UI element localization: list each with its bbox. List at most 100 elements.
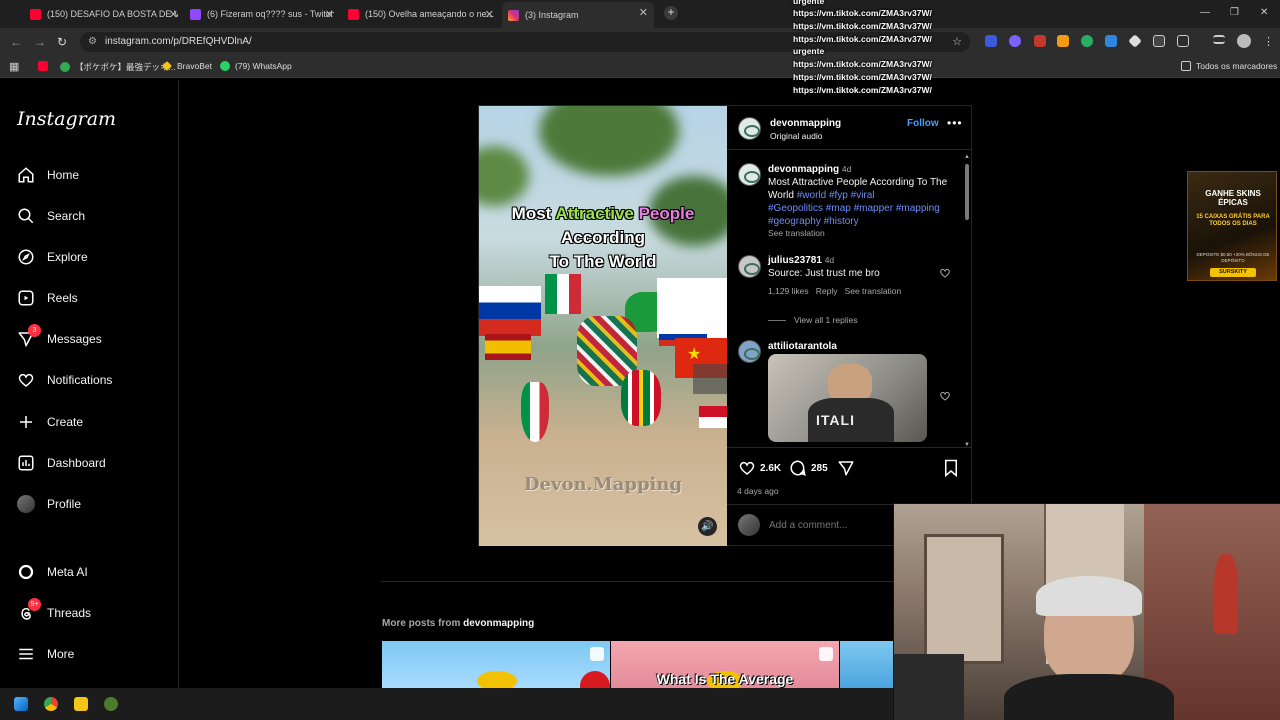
new-tab-button[interactable]: + <box>664 6 678 20</box>
commenter-avatar[interactable] <box>738 255 761 278</box>
see-translation-link[interactable]: See translation <box>845 286 902 296</box>
sidebar-item-profile[interactable]: Profile <box>17 492 81 516</box>
extension-icon[interactable] <box>1034 35 1046 47</box>
apps-grid-icon[interactable]: ▦ <box>9 60 19 73</box>
caption-hashtags[interactable]: #world #fyp #viral <box>797 190 875 201</box>
caption-hashtags[interactable]: #geography #history <box>768 215 953 228</box>
sidebar-item-reels[interactable]: Reels <box>17 286 78 310</box>
author-avatar[interactable] <box>738 117 761 140</box>
extension-icon[interactable] <box>985 35 997 47</box>
save-bookmark-icon[interactable] <box>943 459 959 477</box>
bookmark-item[interactable]: 【ポケポケ】最強デッキ... <box>60 61 176 73</box>
browser-tab[interactable]: (6) Fizeram oq???? sus - Twitch ✕ <box>190 4 334 24</box>
commenter-avatar[interactable] <box>738 340 761 363</box>
sidebar-item-search[interactable]: Search <box>17 204 85 228</box>
instagram-logo[interactable]: Instagram <box>17 108 116 130</box>
ad-offer: 15 CAIXAS GRÁTIS PARA TODOS OS DIAS <box>1196 214 1270 227</box>
close-icon[interactable]: ✕ <box>325 8 334 21</box>
bookmark-item[interactable] <box>38 61 48 71</box>
mute-toggle-icon[interactable]: 🔊 <box>698 517 717 536</box>
windows-start-icon[interactable] <box>14 697 28 711</box>
star-icon[interactable]: ☆ <box>952 35 962 48</box>
scrollbar-thumb[interactable] <box>965 164 969 220</box>
like-comment-icon[interactable] <box>939 267 951 279</box>
close-icon[interactable]: ✕ <box>485 8 494 21</box>
view-replies[interactable]: View all 1 replies <box>768 315 858 325</box>
comment-icon[interactable] <box>789 459 807 477</box>
comments-count[interactable]: 285 <box>811 463 828 474</box>
sidebar-item-create[interactable]: Create <box>17 410 83 434</box>
more-post-thumbnail[interactable] <box>382 641 610 689</box>
site-info-icon[interactable]: ⚙ <box>88 36 97 47</box>
chrome-icon[interactable] <box>44 697 58 711</box>
extension-icon[interactable] <box>1081 35 1093 47</box>
comments-scrollbar[interactable]: ▲ ▼ <box>964 154 970 448</box>
extension-icon[interactable] <box>1128 34 1142 48</box>
bookmark-item[interactable]: BravoBet <box>162 61 212 71</box>
extension-icon[interactable] <box>1153 35 1165 47</box>
more-posts-username[interactable]: devonmapping <box>463 618 534 629</box>
reply-button[interactable]: Reply <box>816 286 838 296</box>
more-options-icon[interactable]: ••• <box>947 116 963 130</box>
explore-icon <box>17 248 35 266</box>
comment-username[interactable]: attiliotarantola <box>768 341 837 352</box>
sidebar-item-notifications[interactable]: Notifications <box>17 368 112 392</box>
file-explorer-icon[interactable] <box>74 697 88 711</box>
profile-avatar-icon[interactable] <box>1237 34 1251 48</box>
more-post-thumbnail[interactable] <box>840 641 893 689</box>
see-translation-link[interactable]: See translation <box>768 228 953 238</box>
sidebar-item-more[interactable]: More <box>17 642 74 666</box>
tab-title: (6) Fizeram oq???? sus - Twitch <box>207 9 334 19</box>
close-icon[interactable]: ✕ <box>169 8 178 21</box>
extension-icon[interactable] <box>1009 35 1021 47</box>
ad-banner[interactable]: GANHE SKINS ÉPICAS 15 CAIXAS GRÁTIS PARA … <box>1187 171 1277 281</box>
comment-likes[interactable]: 1,129 likes <box>768 286 809 296</box>
likes-count[interactable]: 2.6K <box>760 463 781 474</box>
sidebar-item-threads[interactable]: 9+ Threads <box>17 598 91 625</box>
all-bookmarks[interactable]: Todos os marcadores <box>1181 61 1277 71</box>
sidebar-item-label: More <box>47 647 75 661</box>
sidebar-item-meta-ai[interactable]: Meta AI <box>17 560 88 584</box>
bookmark-item[interactable]: (79) WhatsApp <box>220 61 292 71</box>
audio-label[interactable]: Original audio <box>770 131 822 141</box>
maximize-icon[interactable]: ❐ <box>1230 7 1239 18</box>
author-username[interactable]: devonmapping <box>770 118 841 129</box>
sidebar-item-dashboard[interactable]: Dashboard <box>17 451 106 475</box>
forward-icon[interactable]: → <box>34 35 46 49</box>
post-actions: 2.6K 285 4 days ago <box>727 447 971 503</box>
share-icon[interactable] <box>837 459 855 477</box>
close-window-icon[interactable]: ✕ <box>1260 7 1268 18</box>
more-post-thumbnail[interactable]: What Is The Average <box>611 641 839 689</box>
app-icon[interactable] <box>104 697 118 711</box>
browser-tab[interactable]: (150) DESAFIO DA BOSTA DE V... ✕ <box>30 4 178 24</box>
minimize-icon[interactable]: — <box>1200 7 1210 18</box>
extension-icon[interactable] <box>1105 35 1117 47</box>
caption-username[interactable]: devonmapping <box>768 164 839 175</box>
address-bar: ← → ↻ ⚙ instagram.com/p/DREfQHVDlnA/ ☆ ⋮ <box>0 28 1280 56</box>
sidebar-item-explore[interactable]: Explore <box>17 245 88 269</box>
browser-tab[interactable]: (150) Ovelha ameaçando o ne... ✕ <box>348 4 494 24</box>
follow-button[interactable]: Follow <box>907 118 939 129</box>
reels-icon <box>17 289 35 307</box>
sidebar-item-home[interactable]: Home <box>17 163 79 187</box>
reload-icon[interactable]: ↻ <box>57 35 67 49</box>
sidebar-item-label: Home <box>47 168 80 182</box>
like-comment-icon[interactable] <box>939 390 951 402</box>
extensions-puzzle-icon[interactable] <box>1177 35 1189 47</box>
streamer-cap <box>1036 576 1142 616</box>
caption-hashtags[interactable]: #Geopolitics #map #mapper #mapping <box>768 202 953 215</box>
extension-icon[interactable] <box>1057 35 1069 47</box>
sidebar-item-messages[interactable]: 3 Messages <box>17 324 102 351</box>
close-icon[interactable]: ✕ <box>639 6 648 19</box>
author-avatar[interactable] <box>738 163 761 186</box>
browser-tab-active[interactable]: (3) Instagram ✕ <box>502 2 654 28</box>
reading-list-icon[interactable] <box>1213 35 1225 44</box>
browser-menu-icon[interactable]: ⋮ <box>1263 35 1274 48</box>
star-icon: ★ <box>687 346 702 363</box>
post-video[interactable]: Most Attractive People According To The … <box>479 106 727 546</box>
scroll-up-icon[interactable]: ▲ <box>964 154 970 160</box>
comment-gif[interactable]: ITALI <box>768 354 927 442</box>
like-icon[interactable] <box>738 459 756 477</box>
back-icon[interactable]: ← <box>10 35 22 49</box>
comment-username[interactable]: julius23781 <box>768 255 822 266</box>
